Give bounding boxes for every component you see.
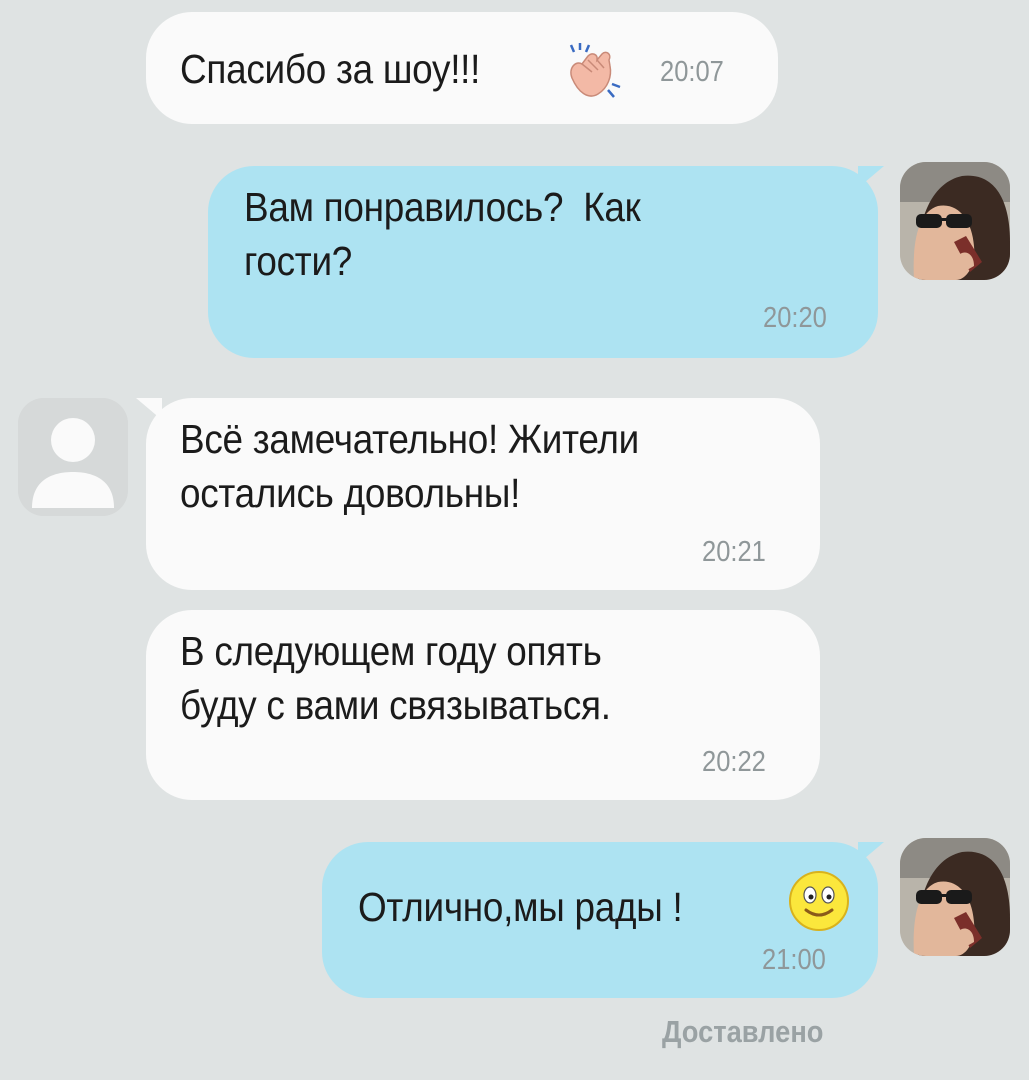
smiley-face-icon <box>789 871 849 931</box>
contact-avatar[interactable] <box>18 398 128 516</box>
avatar-photo <box>900 162 1010 280</box>
bubble-tail <box>858 842 884 864</box>
message-bubble-incoming[interactable]: Всё замечательно! Жители остались доволь… <box>146 398 820 590</box>
message-bubble-incoming[interactable]: В следующем году опять буду с вами связы… <box>146 610 820 800</box>
message-bubble-outgoing[interactable]: Отлично,мы рады ! 21:00 <box>322 842 878 998</box>
message-bubble-outgoing[interactable]: Вам понравилось? Как гости? 20:20 <box>208 166 878 358</box>
person-placeholder-icon <box>18 398 128 516</box>
message-text: Спасибо за шоу!!! <box>180 46 481 92</box>
user-avatar[interactable] <box>900 838 1010 956</box>
user-avatar[interactable] <box>900 162 1010 280</box>
message-time: 20:20 <box>763 302 827 334</box>
message-time: 20:21 <box>702 536 766 568</box>
message-text: Всё замечательно! Жители остались доволь… <box>180 416 639 516</box>
message-text: Вам понравилось? Как гости? <box>244 184 641 284</box>
delivery-status: Доставлено <box>662 1014 824 1049</box>
message-time: 20:22 <box>702 746 766 778</box>
avatar-photo <box>900 838 1010 956</box>
message-bubble-incoming[interactable]: Спасибо за шоу!!! 20:07 <box>146 12 778 124</box>
bubble-tail <box>858 166 884 188</box>
message-text: Отлично,мы рады ! <box>358 884 683 930</box>
message-time: 20:07 <box>660 56 724 88</box>
message-time: 21:00 <box>762 944 826 976</box>
clapping-hands-icon <box>569 43 621 98</box>
message-text: В следующем году опять буду с вами связы… <box>180 628 611 728</box>
